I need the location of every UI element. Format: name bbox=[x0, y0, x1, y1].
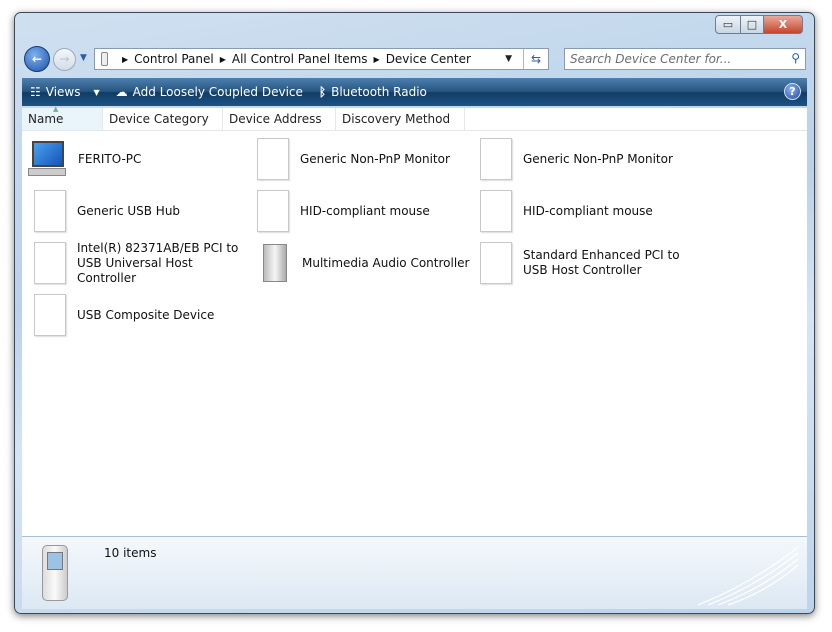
device-center-window: ▭ □ X ← → ▼ ▶ Control Panel ▶ All Contro… bbox=[14, 12, 815, 614]
maximize-button[interactable]: □ bbox=[740, 15, 764, 34]
search-placeholder: Search Device Center for... bbox=[570, 52, 732, 66]
breadcrumb-all-items[interactable]: All Control Panel Items bbox=[232, 52, 368, 66]
document-icon bbox=[34, 190, 66, 232]
command-bar: ☷ Views ▼ ☁ Add Loosely Coupled Device ᛒ Blu… bbox=[22, 78, 807, 106]
device-label: Generic USB Hub bbox=[77, 203, 181, 218]
device-item[interactable]: Generic USB Hub bbox=[28, 187, 248, 235]
device-label: Multimedia Audio Controller bbox=[302, 255, 470, 270]
column-headers: Name ▲ Device Category Device Address Dis… bbox=[22, 105, 807, 131]
device-list: FERITO-PC Generic Non-PnP Monitor Generic … bbox=[22, 131, 807, 536]
device-label: FERITO-PC bbox=[78, 151, 142, 166]
document-icon bbox=[480, 138, 512, 180]
document-icon bbox=[480, 190, 512, 232]
breadcrumb-device-center[interactable]: Device Center bbox=[386, 52, 471, 66]
document-icon bbox=[34, 294, 66, 336]
document-icon bbox=[34, 242, 66, 284]
breadcrumb-control-panel[interactable]: Control Panel bbox=[134, 52, 214, 66]
network-icon: ☁ bbox=[115, 85, 128, 99]
device-label: Intel(R) 82371AB/EB PCI to USB Universal… bbox=[77, 240, 239, 285]
device-label: Standard Enhanced PCI to USB Host Contro… bbox=[523, 248, 680, 277]
decorative-swoosh bbox=[697, 546, 799, 606]
views-icon: ☷ bbox=[30, 85, 41, 99]
column-header-name[interactable]: Name ▲ bbox=[22, 105, 103, 130]
views-label: Views bbox=[45, 85, 81, 99]
device-item[interactable]: HID-compliant mouse bbox=[251, 187, 471, 235]
device-icon bbox=[101, 52, 108, 66]
add-loosely-coupled-device-button[interactable]: ☁ Add Loosely Coupled Device bbox=[108, 85, 311, 99]
address-dropdown-icon[interactable]: ▼ bbox=[505, 54, 512, 64]
speaker-icon bbox=[257, 242, 291, 284]
column-header-device-category[interactable]: Device Category bbox=[103, 108, 223, 130]
details-pane: 10 items bbox=[22, 536, 807, 609]
device-label: Generic Non-PnP Monitor bbox=[523, 151, 673, 166]
refresh-button[interactable]: ⇆ bbox=[523, 49, 548, 69]
add-device-label: Add Loosely Coupled Device bbox=[132, 85, 303, 99]
device-label: USB Composite Device bbox=[77, 307, 215, 322]
device-label: Generic Non-PnP Monitor bbox=[300, 151, 450, 166]
address-bar[interactable]: ▶ Control Panel ▶ All Control Panel Item… bbox=[94, 48, 549, 70]
device-item[interactable]: Multimedia Audio Controller bbox=[251, 239, 471, 287]
document-icon bbox=[480, 242, 512, 284]
device-item[interactable]: USB Composite Device bbox=[28, 291, 248, 339]
back-button[interactable]: ← bbox=[24, 46, 50, 72]
device-label: HID-compliant mouse bbox=[523, 203, 653, 218]
device-item[interactable]: Generic Non-PnP Monitor bbox=[474, 135, 694, 183]
computer-icon bbox=[28, 138, 68, 180]
chevron-down-icon: ▼ bbox=[93, 87, 100, 97]
views-button[interactable]: ☷ Views ▼ bbox=[22, 85, 108, 99]
breadcrumb-arrow-icon: ▶ bbox=[219, 54, 226, 64]
phone-icon bbox=[42, 545, 68, 601]
forward-button[interactable]: → bbox=[53, 48, 76, 71]
close-button[interactable]: X bbox=[763, 15, 803, 34]
recent-pages-dropdown[interactable]: ▼ bbox=[80, 53, 87, 63]
breadcrumb-arrow-icon: ▶ bbox=[373, 54, 380, 64]
breadcrumb-arrow-icon: ▶ bbox=[122, 54, 129, 64]
device-item[interactable]: Standard Enhanced PCI to USB Host Contro… bbox=[474, 239, 694, 287]
document-icon bbox=[257, 138, 289, 180]
bluetooth-radio-button[interactable]: ᛒ Bluetooth Radio bbox=[311, 85, 435, 99]
device-item[interactable]: FERITO-PC bbox=[28, 135, 248, 183]
device-item[interactable]: Generic Non-PnP Monitor bbox=[251, 135, 471, 183]
column-header-discovery-method[interactable]: Discovery Method bbox=[336, 108, 465, 130]
bluetooth-icon: ᛒ bbox=[318, 85, 327, 99]
search-icon[interactable]: ⚲ bbox=[791, 51, 800, 65]
search-input[interactable]: Search Device Center for... ⚲ bbox=[564, 48, 806, 70]
bluetooth-label: Bluetooth Radio bbox=[331, 85, 427, 99]
device-item[interactable]: HID-compliant mouse bbox=[474, 187, 694, 235]
device-item[interactable]: Intel(R) 82371AB/EB PCI to USB Universal… bbox=[28, 239, 248, 287]
minimize-button[interactable]: ▭ bbox=[715, 15, 741, 34]
item-count: 10 items bbox=[104, 546, 157, 560]
document-icon bbox=[257, 190, 289, 232]
device-label: HID-compliant mouse bbox=[300, 203, 430, 218]
sort-ascending-icon: ▲ bbox=[53, 105, 59, 113]
help-button[interactable]: ? bbox=[784, 83, 801, 100]
column-header-device-address[interactable]: Device Address bbox=[223, 108, 336, 130]
